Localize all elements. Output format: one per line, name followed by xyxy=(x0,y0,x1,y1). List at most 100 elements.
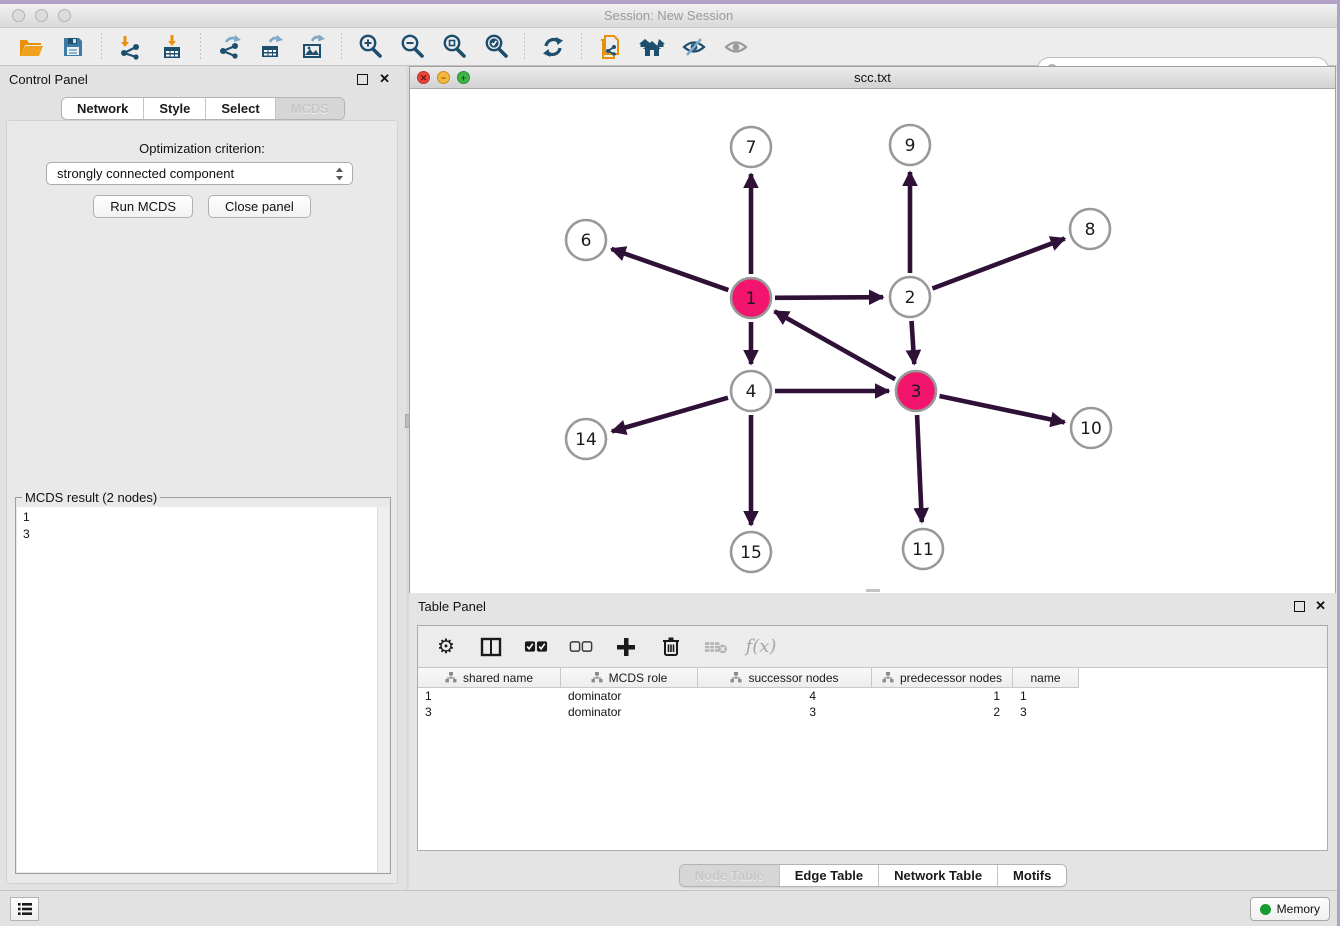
close-panel-icon[interactable]: ✕ xyxy=(379,71,390,86)
network-minimize-button[interactable]: − xyxy=(437,71,450,84)
zoom-in-icon[interactable] xyxy=(355,32,385,62)
result-scrollbar[interactable] xyxy=(377,507,389,872)
table-cell[interactable]: 2 xyxy=(872,704,1013,720)
column-header-predecessor-nodes[interactable]: predecessor nodes xyxy=(872,668,1013,688)
table-settings-icon[interactable]: ⚙ xyxy=(434,634,458,660)
edge-3-1[interactable] xyxy=(775,311,896,379)
network-maximize-button[interactable]: + xyxy=(457,71,470,84)
column-header-successor-nodes[interactable]: successor nodes xyxy=(698,668,872,688)
minimize-window-button[interactable] xyxy=(35,9,48,22)
edge-3-11[interactable] xyxy=(917,415,922,522)
status-bar: Memory xyxy=(0,890,1337,926)
import-table-icon[interactable] xyxy=(157,32,187,62)
column-header-mcds-role[interactable]: MCDS role xyxy=(561,668,698,688)
show-all-eye-icon[interactable] xyxy=(721,32,751,62)
attribute-type-icon xyxy=(882,672,894,683)
table-row[interactable]: 3dominator323 xyxy=(418,704,1327,720)
fit-content-icon[interactable] xyxy=(439,32,469,62)
table-tabs: Node TableEdge TableNetwork TableMotifs xyxy=(679,864,1068,887)
maximize-window-button[interactable] xyxy=(58,9,71,22)
tab-edge-table[interactable]: Edge Table xyxy=(779,865,878,886)
table-cell[interactable]: 1 xyxy=(872,688,1013,704)
tab-select[interactable]: Select xyxy=(205,98,274,119)
network-from-file-icon[interactable] xyxy=(595,32,625,62)
control-panel: Control Panel ✕ NetworkStyleSelectMCDS O… xyxy=(0,66,406,890)
edge-3-10[interactable] xyxy=(939,396,1064,422)
node-table-container: ⚙ f(x) xyxy=(417,625,1328,851)
network-view-window: ✕ − + scc.txt 1234678910111415 xyxy=(409,66,1336,594)
edge-4-14[interactable] xyxy=(612,398,728,432)
mcds-result-group: MCDS result (2 nodes) 1 3 xyxy=(15,497,391,874)
tab-network-table[interactable]: Network Table xyxy=(878,865,997,886)
add-column-icon[interactable] xyxy=(614,634,638,660)
control-panel-tabs: NetworkStyleSelectMCDS xyxy=(61,97,345,120)
main-toolbar xyxy=(0,28,1337,66)
mcds-panel: Optimization criterion: strongly connect… xyxy=(6,120,398,884)
edge-2-8[interactable] xyxy=(932,239,1064,289)
node-label-10: 10 xyxy=(1080,419,1102,439)
deselect-all-icon[interactable] xyxy=(569,634,593,660)
save-session-icon[interactable] xyxy=(58,32,88,62)
application-window: Session: New Session xyxy=(0,4,1337,926)
import-network-icon[interactable] xyxy=(115,32,145,62)
home-icon[interactable] xyxy=(637,32,667,62)
export-table-icon[interactable] xyxy=(256,32,286,62)
column-label: predecessor nodes xyxy=(900,671,1002,685)
column-header-name[interactable]: name xyxy=(1013,668,1079,688)
table-cell[interactable]: 1 xyxy=(1013,688,1079,704)
network-window-titlebar[interactable]: ✕ − + scc.txt xyxy=(410,67,1335,89)
float-panel-icon[interactable] xyxy=(357,74,368,85)
split-panel-icon[interactable] xyxy=(479,634,503,660)
column-header-shared-name[interactable]: shared name xyxy=(418,668,561,688)
table-cell[interactable]: 4 xyxy=(698,688,872,704)
criterion-dropdown[interactable]: strongly connected component xyxy=(46,162,353,185)
close-table-panel-icon[interactable]: ✕ xyxy=(1315,598,1326,613)
hide-selected-eye-icon[interactable] xyxy=(679,32,709,62)
select-all-icon[interactable] xyxy=(524,634,548,660)
node-label-2: 2 xyxy=(905,288,916,308)
run-mcds-button[interactable]: Run MCDS xyxy=(93,195,193,218)
table-cell[interactable]: dominator xyxy=(561,688,698,704)
toolbar-separator xyxy=(101,33,102,61)
tab-motifs[interactable]: Motifs xyxy=(997,865,1066,886)
zoom-out-icon[interactable] xyxy=(397,32,427,62)
zoom-selected-icon[interactable] xyxy=(481,32,511,62)
column-label: successor nodes xyxy=(748,671,838,685)
network-close-button[interactable]: ✕ xyxy=(417,71,430,84)
table-cell[interactable]: 1 xyxy=(418,688,561,704)
network-window-title: scc.txt xyxy=(410,67,1335,88)
tab-node-table[interactable]: Node Table xyxy=(680,865,779,886)
close-window-button[interactable] xyxy=(12,9,25,22)
memory-label: Memory xyxy=(1277,902,1320,916)
close-panel-button[interactable]: Close panel xyxy=(208,195,311,218)
attribute-type-icon xyxy=(591,672,603,683)
refresh-icon[interactable] xyxy=(538,32,568,62)
tab-mcds[interactable]: MCDS xyxy=(275,98,344,119)
network-canvas[interactable]: 1234678910111415 xyxy=(410,89,1335,593)
delete-column-icon[interactable] xyxy=(659,634,683,660)
tab-network[interactable]: Network xyxy=(62,98,143,119)
export-image-icon[interactable] xyxy=(298,32,328,62)
list-icon xyxy=(17,902,33,916)
mcds-result-area[interactable]: 1 3 xyxy=(17,507,389,872)
edge-2-3[interactable] xyxy=(912,321,915,364)
tab-style[interactable]: Style xyxy=(143,98,205,119)
node-label-3: 3 xyxy=(911,382,922,402)
table-panel: Table Panel ✕ ⚙ xyxy=(409,593,1337,890)
edge-1-2[interactable] xyxy=(775,297,883,298)
toolbar-separator xyxy=(341,33,342,61)
table-cell[interactable]: 3 xyxy=(698,704,872,720)
table-cell[interactable]: 3 xyxy=(1013,704,1079,720)
task-history-button[interactable] xyxy=(10,897,39,921)
canvas-grip[interactable] xyxy=(866,589,880,592)
mcds-result-lines: 1 3 xyxy=(17,507,389,545)
table-cell[interactable]: dominator xyxy=(561,704,698,720)
float-table-panel-icon[interactable] xyxy=(1294,601,1305,612)
memory-button[interactable]: Memory xyxy=(1250,897,1330,921)
open-file-icon[interactable] xyxy=(16,32,46,62)
window-title: Session: New Session xyxy=(0,4,1337,27)
export-network-icon[interactable] xyxy=(214,32,244,62)
table-cell[interactable]: 3 xyxy=(418,704,561,720)
table-row[interactable]: 1dominator411 xyxy=(418,688,1327,704)
edge-1-6[interactable] xyxy=(611,249,728,290)
